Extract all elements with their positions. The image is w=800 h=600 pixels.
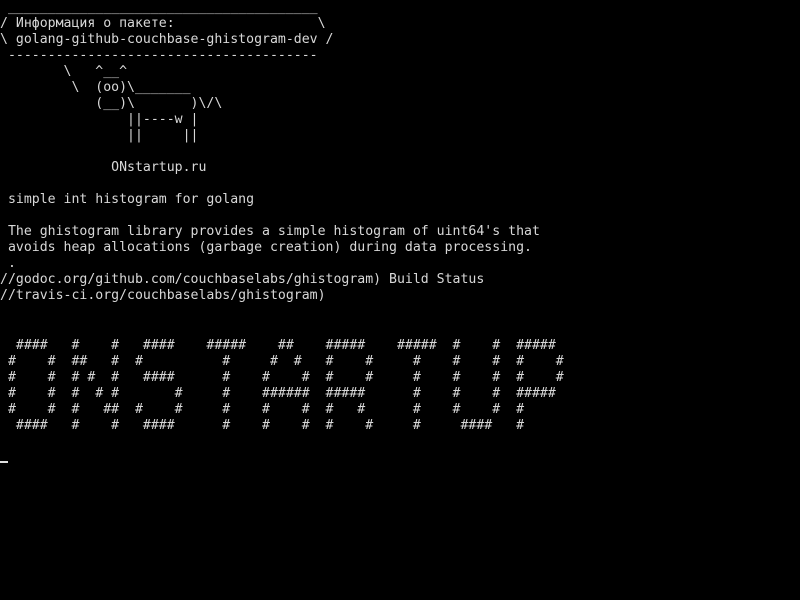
- ascii-banner-row-2: # # ## # # # # # # # # # # # #: [0, 354, 564, 369]
- package-description-2: avoids heap allocations (garbage creatio…: [0, 240, 532, 255]
- cow-art-line-3: (__)\ )\/\: [0, 96, 223, 111]
- ascii-banner-row-4: # # # # # # # ###### ##### # # # #####: [0, 386, 556, 401]
- ascii-banner-row-5: # # # ## # # # # # # # # # # #: [0, 402, 525, 417]
- ascii-banner-row-3: # # # # # #### # # # # # # # # # #: [0, 370, 564, 385]
- package-summary: simple int histogram for golang: [0, 192, 255, 207]
- cowsay-bubble-bottom: ---------------------------------------: [0, 48, 318, 63]
- cow-art-line-4: ||----w |: [0, 112, 199, 127]
- text-cursor: [0, 461, 8, 463]
- cow-art-line-1: \ ^__^: [0, 64, 128, 79]
- ascii-banner-row-1: #### # # #### ##### ## ##### ##### # # #…: [0, 338, 556, 353]
- site-credit: ONstartup.ru: [0, 160, 207, 175]
- terminal-screen[interactable]: _______________________________________ …: [0, 0, 800, 600]
- cowsay-bubble-top: _______________________________________: [0, 0, 318, 15]
- godoc-link-line: //godoc.org/github.com/couchbaselabs/ghi…: [0, 272, 485, 287]
- package-description-1: The ghistogram library provides a simple…: [0, 224, 540, 239]
- cowsay-bubble-line-2: \ golang-github-couchbase-ghistogram-dev…: [0, 32, 334, 47]
- cow-art-line-5: || ||: [0, 128, 199, 143]
- cow-art-line-2: \ (oo)\_______: [0, 80, 191, 95]
- travis-link-line: //travis-ci.org/couchbaselabs/ghistogram…: [0, 288, 326, 303]
- cowsay-bubble-line-1: / Информация о пакете: \: [0, 16, 326, 31]
- package-description-3: .: [0, 256, 16, 271]
- ascii-banner-row-6: #### # # #### # # # # # # #### #: [0, 418, 525, 433]
